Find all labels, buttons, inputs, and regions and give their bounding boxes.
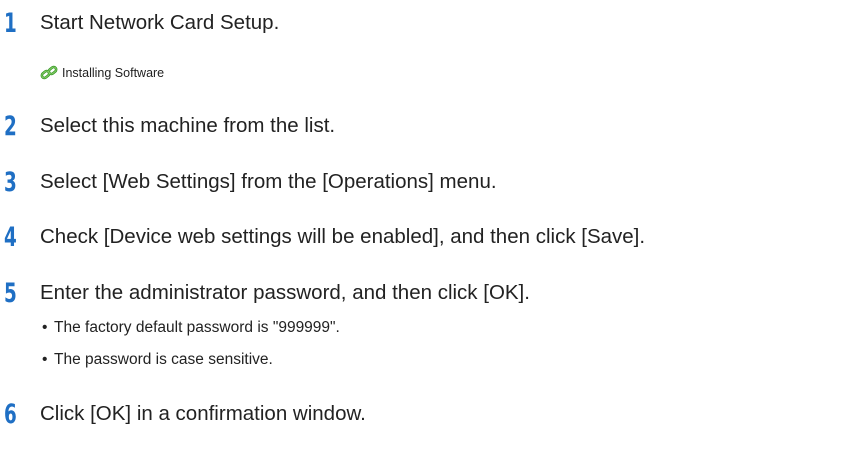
step-text: Select this machine from the list. <box>40 114 336 137</box>
step-text: Check [Device web settings will be enabl… <box>40 225 646 248</box>
step-text: Click [OK] in a confirmation window. <box>40 402 366 425</box>
note-text: The factory default password is "999999"… <box>54 319 340 336</box>
step-number: 1 <box>4 8 17 39</box>
step-text: Select [Web Settings] from the [Operatio… <box>40 170 497 193</box>
note-item: • The password is case sensitive. <box>42 350 273 370</box>
step-number: 6 <box>4 399 17 430</box>
step-number: 5 <box>4 278 17 309</box>
step-number: 3 <box>4 167 17 198</box>
installing-software-link[interactable]: Installing Software <box>62 66 164 80</box>
bullet-icon: • <box>42 351 48 368</box>
step-text: Enter the administrator password, and th… <box>40 281 530 304</box>
bullet-icon: • <box>42 319 48 336</box>
step-number: 2 <box>4 111 17 142</box>
note-text: The password is case sensitive. <box>54 351 273 368</box>
step-text: Start Network Card Setup. <box>40 11 280 34</box>
step-number: 4 <box>4 222 17 253</box>
note-item: • The factory default password is "999999… <box>42 318 340 338</box>
chain-link-icon <box>40 64 58 82</box>
reference-link[interactable]: Installing Software <box>40 64 164 82</box>
